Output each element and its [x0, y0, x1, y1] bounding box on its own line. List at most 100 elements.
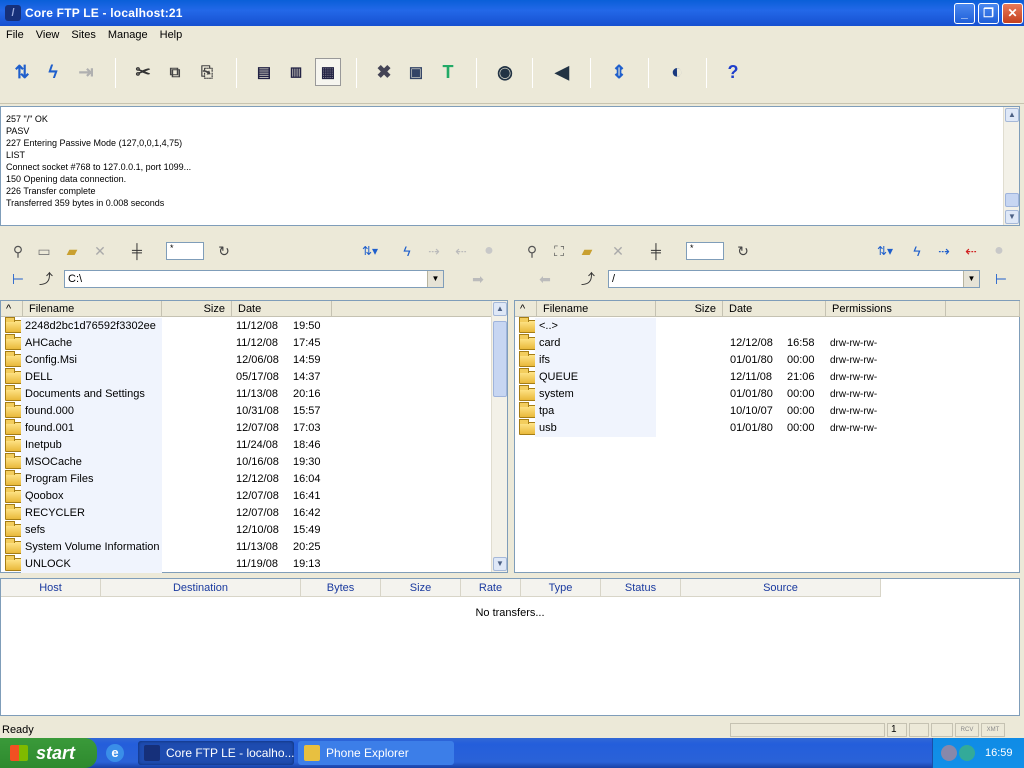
file-row[interactable]: Config.Msi 12/06/08 14:59	[1, 351, 491, 369]
maximize-button[interactable]: ❐	[978, 3, 999, 24]
local-path-select[interactable]: C:\ ▼	[64, 270, 444, 288]
close-button[interactable]: ✕	[1002, 3, 1023, 24]
file-row[interactable]: tpa 10/10/07 00:00 drw-rw-rw-	[515, 402, 1019, 420]
taskbar-item-coreftp[interactable]: Core FTP LE - localho...	[138, 741, 294, 765]
minimize-button[interactable]: _	[954, 3, 975, 24]
site-manager-icon[interactable]: ▣	[403, 58, 429, 86]
drive-icon[interactable]: ▭	[34, 241, 54, 261]
file-row[interactable]: System Volume Information 11/13/08 20:25	[1, 538, 491, 556]
network-icon[interactable]	[941, 745, 957, 761]
file-row[interactable]: sefs 12/10/08 15:49	[1, 521, 491, 539]
new-folder-icon[interactable]: ▰	[577, 241, 597, 261]
file-row[interactable]: Qoobox 12/07/08 16:41	[1, 487, 491, 505]
start-button[interactable]: start	[0, 738, 97, 768]
local-scrollbar[interactable]: ▲ ▼	[491, 301, 507, 572]
delete-icon[interactable]: ✕	[90, 241, 110, 261]
refresh-icon[interactable]: ↻	[733, 241, 753, 261]
auto-mode-icon[interactable]: ▦	[315, 58, 341, 86]
local-header-size[interactable]: Size	[162, 301, 232, 317]
file-row[interactable]: card 12/12/08 16:58 drw-rw-rw-	[515, 334, 1019, 352]
tree-icon[interactable]: ⊢	[8, 269, 28, 289]
scroll-down-icon[interactable]: ▼	[493, 557, 507, 571]
sort-icon[interactable]: ^	[515, 301, 537, 317]
local-filter-input[interactable]: *	[166, 242, 204, 260]
column-icon[interactable]: ╪	[646, 241, 666, 261]
quick-icon[interactable]: ϟ	[397, 241, 417, 261]
log-scrollbar[interactable]: ▲ ▼	[1003, 107, 1019, 225]
ie-icon[interactable]: e	[106, 744, 124, 762]
back-icon[interactable]: ⬅	[535, 269, 555, 289]
help-icon[interactable]: ?	[720, 58, 746, 86]
stop-icon[interactable]: ●	[479, 241, 499, 261]
file-row[interactable]: MSOCache 10/16/08 19:30	[1, 453, 491, 471]
queue-header-bytes[interactable]: Bytes	[301, 579, 381, 597]
remote-header-date[interactable]: Date	[723, 301, 826, 317]
up-folder-icon[interactable]: ⤴	[36, 269, 56, 289]
stop-icon[interactable]: ●	[989, 241, 1009, 261]
queue-header-type[interactable]: Type	[521, 579, 601, 597]
find-icon[interactable]: ⚲	[522, 241, 542, 261]
file-row[interactable]: found.000 10/31/08 15:57	[1, 402, 491, 420]
copy-icon[interactable]: ⧉	[162, 58, 188, 86]
file-row[interactable]: Inetpub 11/24/08 18:46	[1, 436, 491, 454]
menu-sites[interactable]: Sites	[65, 29, 101, 41]
connect-icon[interactable]: ⇅	[9, 58, 35, 86]
upload-icon[interactable]: ⇢	[934, 241, 954, 261]
sound-icon[interactable]: ◀	[549, 58, 575, 86]
remote-header-filename[interactable]: Filename	[537, 301, 656, 317]
cut-icon[interactable]: ✂	[130, 58, 156, 86]
view-icon[interactable]: ◉	[492, 58, 518, 86]
local-header-filename[interactable]: Filename	[23, 301, 162, 317]
queue-header-source[interactable]: Source	[681, 579, 881, 597]
binary-mode-icon[interactable]: ▥	[283, 58, 309, 86]
menu-help[interactable]: Help	[154, 29, 189, 41]
remote-header-size[interactable]: Size	[656, 301, 723, 317]
sync-icon[interactable]: ⇕	[606, 58, 632, 86]
tools-icon[interactable]: ✖	[371, 58, 397, 86]
go-icon[interactable]: ➡	[468, 269, 488, 289]
menu-file[interactable]: File	[0, 29, 30, 41]
refresh-icon[interactable]: ↻	[214, 241, 234, 261]
file-row[interactable]: RECYCLER 12/07/08 16:42	[1, 504, 491, 522]
taskbar-item-phone-explorer[interactable]: Phone Explorer	[298, 741, 454, 765]
scroll-thumb[interactable]	[1005, 193, 1019, 207]
file-row[interactable]: Program Files 12/12/08 16:04	[1, 470, 491, 488]
scroll-down-icon[interactable]: ▼	[1005, 210, 1019, 224]
find-icon[interactable]: ⚲	[8, 241, 28, 261]
file-row[interactable]: <..>	[515, 317, 1019, 335]
column-icon[interactable]: ╪	[127, 241, 147, 261]
new-folder-icon[interactable]: ▰	[62, 241, 82, 261]
transfer-icon[interactable]: ⇅▾	[360, 241, 380, 261]
disconnect-icon[interactable]: ⇥	[73, 58, 99, 86]
quick-connect-icon[interactable]: ϟ	[40, 58, 66, 86]
paste-icon[interactable]: ⎘	[194, 58, 220, 86]
sort-icon[interactable]: ^	[1, 301, 23, 317]
file-row[interactable]: system 01/01/80 00:00 drw-rw-rw-	[515, 385, 1019, 403]
menu-manage[interactable]: Manage	[102, 29, 154, 41]
up-folder-icon[interactable]: ⤴	[578, 269, 598, 289]
remote-filter-input[interactable]: *	[686, 242, 724, 260]
file-row[interactable]: 2248d2bc1d76592f3302ee 11/12/08 19:50	[1, 317, 491, 335]
upload-icon[interactable]: ⇢	[424, 241, 444, 261]
file-row[interactable]: AHCache 11/12/08 17:45	[1, 334, 491, 352]
security-icon[interactable]	[959, 745, 975, 761]
queue-header-status[interactable]: Status	[601, 579, 681, 597]
queue-header-host[interactable]: Host	[1, 579, 101, 597]
tree-icon[interactable]: ⊢	[991, 269, 1011, 289]
chevron-down-icon[interactable]: ▼	[963, 271, 979, 287]
scroll-up-icon[interactable]: ▲	[1005, 108, 1019, 122]
file-row[interactable]: QUEUE 12/11/08 21:06 drw-rw-rw-	[515, 368, 1019, 386]
file-row[interactable]: usb 01/01/80 00:00 drw-rw-rw-	[515, 419, 1019, 437]
queue-header-destination[interactable]: Destination	[101, 579, 301, 597]
menu-view[interactable]: View	[30, 29, 66, 41]
quick-icon[interactable]: ϟ	[907, 241, 927, 261]
file-row[interactable]: Documents and Settings 11/13/08 20:16	[1, 385, 491, 403]
text-mode-icon[interactable]: ▤	[251, 58, 277, 86]
remote-header-permissions[interactable]: Permissions	[826, 301, 946, 317]
file-row[interactable]: found.001 12/07/08 17:03	[1, 419, 491, 437]
remote-path-select[interactable]: / ▼	[608, 270, 980, 288]
scroll-up-icon[interactable]: ▲	[493, 302, 507, 316]
scroll-thumb[interactable]	[493, 321, 507, 397]
queue-header-size[interactable]: Size	[381, 579, 461, 597]
download-icon[interactable]: ⇠	[451, 241, 471, 261]
